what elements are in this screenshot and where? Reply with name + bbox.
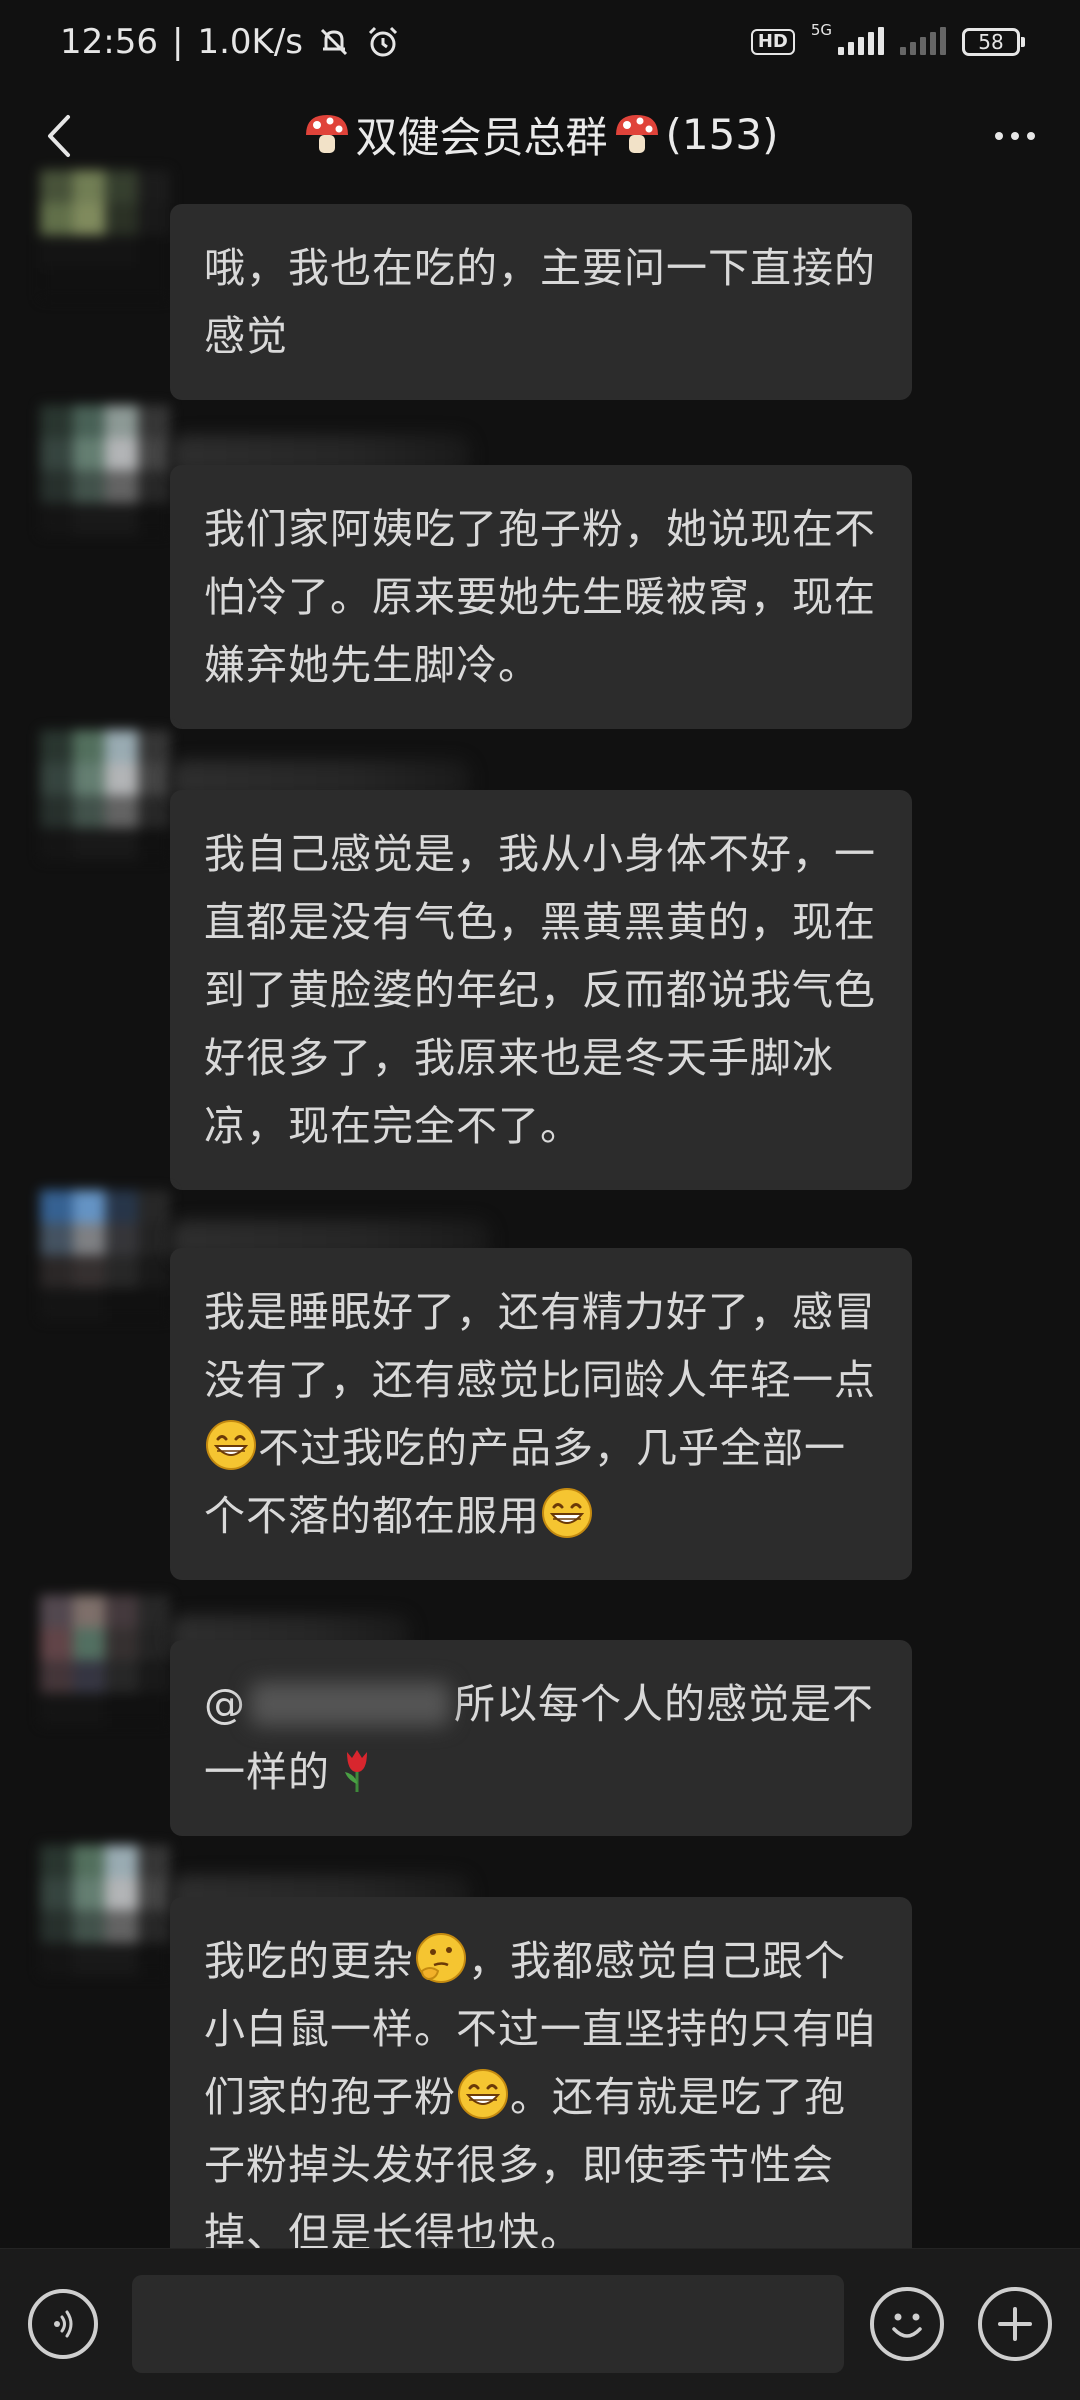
message-text: 我们家阿姨吃了孢子粉，她说现在不怕冷了。原来要她先生暖被窝，现在嫌弃她先生脚冷。	[204, 505, 876, 689]
message-bubble[interactable]: 我吃的更杂 ，我都感觉自己跟个小白鼠一样。不过一直坚持的只有咱们家的孢子粉 。还…	[170, 1897, 912, 2297]
alarm-icon	[368, 26, 398, 57]
status-divider: |	[171, 22, 184, 62]
message-bubble[interactable]: @ 所以每个人的感觉是不一样的	[170, 1640, 912, 1836]
network-type: 5G	[810, 21, 832, 39]
emoji-button[interactable]	[870, 2287, 944, 2361]
signal-strength-icon-2	[900, 27, 946, 55]
thinking-emoji-icon	[416, 1933, 466, 1983]
more-dots-icon	[995, 132, 1003, 140]
status-left: 12:56 | 1.0K/s	[60, 22, 401, 62]
status-speed: 1.0K/s	[197, 22, 303, 62]
message-text: 不过我吃的产品多，几乎全部一个不落的都在服用	[204, 1424, 846, 1540]
grin-emoji-icon	[458, 2069, 508, 2119]
status-time: 12:56	[60, 22, 158, 62]
mushroom-icon	[615, 115, 658, 153]
tulip-emoji-icon	[345, 1750, 367, 1792]
more-button[interactable]	[980, 106, 1050, 166]
avatar[interactable]	[40, 1845, 170, 1975]
message-bubble[interactable]: 我自己感觉是，我从小身体不好，一直都是没有气色，黑黄黑黄的，现在到了黄脸婆的年纪…	[170, 790, 912, 1190]
message-text: 我是睡眠好了，还有精力好了，感冒没有了，还有感觉比同龄人年轻一点	[204, 1288, 876, 1404]
emoji-icon	[892, 2313, 922, 2338]
message-text: 哦，我也在吃的，主要问一下直接的感觉	[204, 244, 876, 360]
chat-screen: 12:56 | 1.0K/s HD 5G 58 双健会员总群 (153) 哦，我…	[0, 0, 1080, 2400]
input-bar	[0, 2248, 1080, 2400]
chevron-left-icon	[48, 115, 70, 157]
plus-button[interactable]	[978, 2287, 1052, 2361]
message-text: 我吃的更杂	[204, 1937, 414, 1985]
mushroom-icon	[305, 115, 348, 153]
grin-emoji-icon	[542, 1488, 592, 1538]
chat-header: 双健会员总群 (153)	[0, 84, 1080, 184]
chat-title-text: 双健会员总群	[355, 112, 608, 162]
avatar[interactable]	[40, 170, 170, 300]
battery-level: 58	[978, 30, 1004, 54]
voice-icon	[54, 2310, 73, 2338]
status-right: HD 5G 58	[750, 21, 1025, 56]
battery-indicator: 58	[962, 28, 1025, 56]
avatar[interactable]	[40, 405, 170, 535]
status-bar: 12:56 | 1.0K/s HD 5G 58	[0, 0, 1080, 84]
back-button[interactable]	[30, 106, 90, 166]
mute-bell-icon	[320, 28, 348, 56]
signal-strength-icon	[838, 27, 884, 55]
hd-badge: HD	[750, 29, 795, 55]
message-bubble[interactable]: 我是睡眠好了，还有精力好了，感冒没有了，还有感觉比同龄人年轻一点 不过我吃的产品…	[170, 1248, 912, 1580]
message-input[interactable]	[132, 2275, 844, 2373]
voice-button[interactable]	[28, 2289, 98, 2359]
mention-prefix: @	[204, 1680, 246, 1728]
message-bubble[interactable]: 哦，我也在吃的，主要问一下直接的感觉	[170, 204, 912, 400]
avatar[interactable]	[40, 1595, 170, 1725]
message-bubble[interactable]: 我们家阿姨吃了孢子粉，她说现在不怕冷了。原来要她先生暖被窝，现在嫌弃她先生脚冷。	[170, 465, 912, 729]
chat-title[interactable]: 双健会员总群 (153)	[302, 104, 779, 165]
message-text: 我自己感觉是，我从小身体不好，一直都是没有气色，黑黄黑黄的，现在到了黄脸婆的年纪…	[204, 830, 876, 1150]
mention-name-blurred[interactable]	[250, 1682, 450, 1726]
member-count: (153)	[665, 109, 779, 159]
avatar[interactable]	[40, 730, 170, 860]
grin-emoji-icon	[206, 1420, 256, 1470]
avatar[interactable]	[40, 1190, 170, 1320]
